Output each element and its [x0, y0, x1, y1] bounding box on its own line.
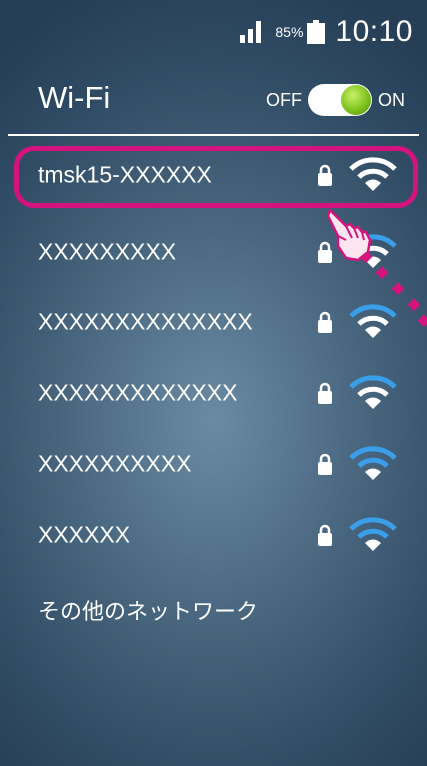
lock-icon: [318, 311, 332, 333]
pointer-trail-dots: [360, 250, 427, 328]
lock-icon: [318, 382, 332, 404]
wifi-signal-icon: [349, 446, 397, 480]
signal-bars-icon: [240, 21, 262, 43]
page-title: Wi-Fi: [38, 80, 111, 115]
battery-percent: 85%: [275, 24, 304, 40]
network-row[interactable]: XXXXXXXXXXXXX: [0, 358, 427, 428]
header-divider: [8, 134, 419, 136]
network-row[interactable]: XXXXXX: [0, 500, 427, 570]
network-ssid: XXXXXXXXXXXXX: [38, 379, 238, 406]
network-ssid: XXXXXXXXXX: [38, 450, 192, 477]
selection-highlight: [14, 146, 418, 208]
wifi-signal-icon: [349, 375, 397, 409]
pointing-hand-icon: [326, 208, 372, 262]
wifi-settings-screen: 85% 10:10 Wi-Fi OFF ON tmsk15-XXXXXX XXX…: [0, 0, 427, 766]
battery-icon: [307, 20, 326, 44]
toggle-knob: [341, 85, 371, 115]
toggle-on-label: ON: [378, 89, 405, 110]
lock-icon: [318, 524, 332, 546]
wifi-signal-icon: [349, 517, 397, 551]
network-ssid: XXXXXX: [38, 521, 131, 548]
status-bar: 85% 10:10: [0, 0, 427, 64]
network-row[interactable]: XXXXXXXXXX: [0, 429, 427, 499]
lock-icon: [318, 453, 332, 475]
wifi-header: Wi-Fi OFF ON: [0, 68, 427, 130]
other-networks-item[interactable]: その他のネットワーク: [38, 594, 258, 626]
network-ssid: XXXXXXXXX: [38, 238, 177, 265]
network-ssid: XXXXXXXXXXXXXX: [38, 308, 253, 335]
wifi-toggle-group: OFF ON: [266, 84, 405, 116]
clock: 10:10: [335, 15, 413, 48]
wifi-toggle[interactable]: [308, 84, 372, 116]
toggle-off-label: OFF: [266, 89, 302, 110]
